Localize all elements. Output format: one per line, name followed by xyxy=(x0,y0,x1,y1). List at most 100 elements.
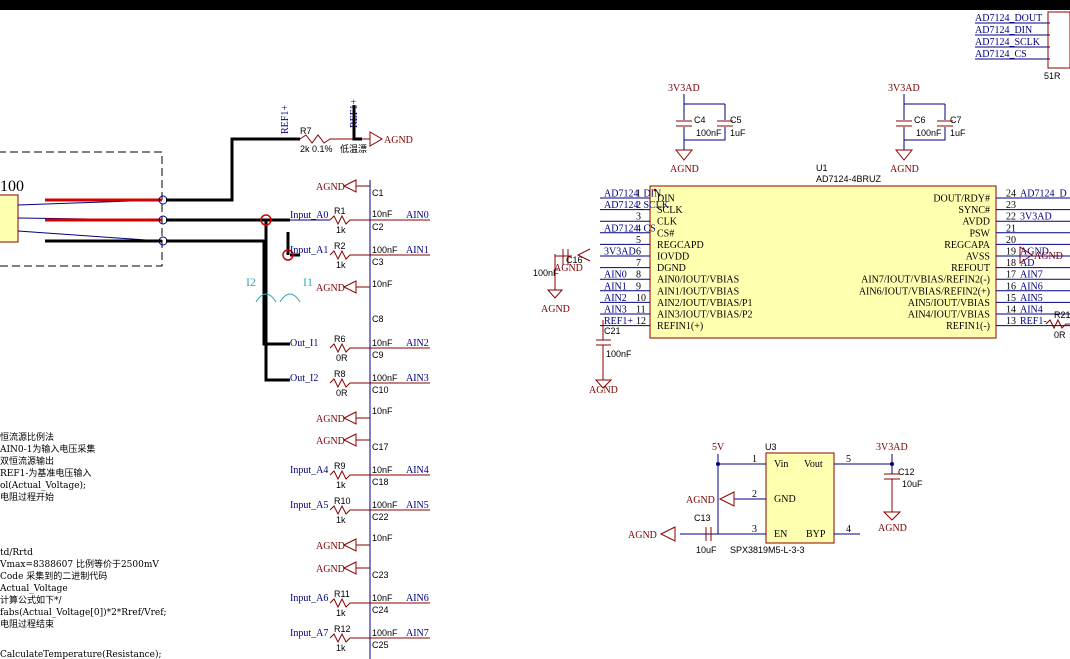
current-label-i1: I1 xyxy=(303,275,313,289)
u3-part: SPX3819M5-L-3-3 xyxy=(730,545,805,555)
net-out-i2: Out_I2 xyxy=(290,373,318,384)
agnd-text-3: AGND xyxy=(316,414,345,425)
c5-value: 1uF xyxy=(730,128,746,138)
r2-value: 1k xyxy=(336,260,346,270)
agnd-c12-label: AGND xyxy=(878,523,907,534)
agnd-u3-gnd xyxy=(718,491,735,507)
u3-ldo: U3 Vin GND EN Vout BYP 1 2 3 5 4 SPX3819… xyxy=(628,442,923,555)
net-input-a5: Input_A5 xyxy=(290,500,328,511)
agnd-c16-label: AGND xyxy=(541,304,570,315)
u1-right-pin-num: 15 xyxy=(1006,293,1016,304)
u1-left-pin-name: CLK xyxy=(657,217,678,228)
u3-pinnum-1: 1 xyxy=(752,454,757,465)
u3-pin-byp: BYP xyxy=(806,529,826,540)
r2-designator: R2 xyxy=(334,241,346,251)
net-input-a6: Input_A6 xyxy=(290,593,328,604)
ain0-label: AIN0 xyxy=(406,210,429,221)
u1-right-pin-net: 3V3AD xyxy=(1020,212,1052,223)
agnd-text-5: AGND xyxy=(316,541,345,552)
c3-designator: C3 xyxy=(372,257,384,267)
u1-adc: U1 AD7124-4BRUZ 1 DINAD7124_DIN2 SCLKAD712… xyxy=(533,163,1070,396)
u1-right-pin-num: 14 xyxy=(1006,305,1016,316)
u1-left-pin-net: AIN1 xyxy=(604,281,627,292)
u1-right-pin-num: 13 xyxy=(1006,316,1016,327)
agnd-text-6: AGND xyxy=(316,564,345,575)
u1-left-pin-name: AIN3/IOUT/VBIAS/P2 xyxy=(657,310,753,321)
u1-right-pin-net: AIN4 xyxy=(1020,305,1043,316)
u1-left-pin-num: 10 xyxy=(636,293,646,304)
c17-designator: C17 xyxy=(372,442,389,452)
c4-value: 100nF xyxy=(696,128,722,138)
net-input-a1: Input_A1 xyxy=(290,245,328,256)
note-line-5: 电阻过程开始 xyxy=(0,491,54,503)
c9-designator: C9 xyxy=(372,350,384,360)
c1-value: 10nF xyxy=(372,209,393,219)
agnd-sym-5 xyxy=(342,538,370,552)
c-a7-value: 100nF xyxy=(372,628,398,638)
u1-right-pin-net: REF1- xyxy=(1020,316,1047,327)
r7-note: 低温漂 xyxy=(340,143,367,154)
resistor-pack-value: 51R xyxy=(1044,71,1061,81)
digital-net-1: AD7124_DIN xyxy=(975,25,1032,36)
ref-net-label-1: REF1+ xyxy=(280,105,291,134)
u3-pinnum-3: 3 xyxy=(752,524,757,535)
c10-designator: C10 xyxy=(372,385,389,395)
u1-left-pin-net: AD7124_DIN xyxy=(604,189,661,200)
u1-right-pin-name: AVSS xyxy=(966,252,990,263)
ain1-label: AIN1 xyxy=(406,245,429,256)
resistor-pack xyxy=(1047,11,1070,69)
u1-right-pin-name: AVDD xyxy=(962,217,990,228)
c13-value: 10uF xyxy=(696,545,717,555)
row-input-a5: Input_A5 R10 1k 100nF C22 10nF AIN5 xyxy=(290,496,430,543)
note-line-3: REF1-为基准电压输入 xyxy=(0,467,91,479)
note-line-10: Code 采集到的二进制代码 xyxy=(0,570,107,582)
u1-left-pin-num: 6 xyxy=(636,247,641,258)
u1-right-pin-net: AD7124_D xyxy=(1020,189,1067,200)
u1-right-pin-num: 22 xyxy=(1006,212,1016,223)
c-a1b-value: 10nF xyxy=(372,279,393,289)
c23-designator: C23 xyxy=(372,570,389,580)
connector-block: 100 xyxy=(0,151,168,267)
note-line-17: CalculateTemperature(Resistance); xyxy=(0,649,162,659)
u3-pin-en: EN xyxy=(774,529,787,540)
c-a4-value: 10nF xyxy=(372,465,393,475)
r12-value: 1k xyxy=(336,643,346,653)
r21-designator: R21 xyxy=(1054,310,1070,320)
c-a6-value: 10nF xyxy=(372,593,393,603)
u1-right-pin-num: 21 xyxy=(1006,223,1016,234)
u1-left-pin-name: AIN2/IOUT/VBIAS/P1 xyxy=(657,298,753,309)
u1-left-pin-net: AIN0 xyxy=(604,270,627,281)
u3-vin-label: 5V xyxy=(712,442,725,453)
agnd-c6-label: AGND xyxy=(890,164,919,175)
r9-value: 1k xyxy=(336,480,346,490)
u1-right-pin-net: AIN5 xyxy=(1020,293,1043,304)
note-line-0: 恒流源比例法 xyxy=(0,431,54,443)
ain3-label: AIN3 xyxy=(406,373,429,384)
r8-designator: R8 xyxy=(334,369,346,379)
vcc-c4-label: 3V3AD xyxy=(668,83,700,94)
u3-junction-vout xyxy=(890,462,894,466)
trace-i1 xyxy=(166,239,290,346)
c12-designator: C12 xyxy=(898,467,915,477)
trace-i2 xyxy=(264,220,290,382)
u1-left-pin-num: 3 xyxy=(636,212,641,223)
r21-value: 0R xyxy=(1054,330,1066,340)
connector-label: 100 xyxy=(0,178,24,195)
u1-right-pin-name: PSW xyxy=(969,228,990,239)
agnd-c4 xyxy=(674,149,694,161)
note-line-1: AIN0-1为输入电压采集 xyxy=(0,443,95,455)
u1-right-pin-num: 23 xyxy=(1006,200,1016,211)
u1-right-pin-net: AIN7 xyxy=(1020,270,1043,281)
c5-designator: C5 xyxy=(730,115,742,125)
note-line-9: Vmax=8388607 比例等价于2500mV xyxy=(0,558,159,570)
u1-left-pin-name: AIN1/IOUT/VBIAS xyxy=(657,286,739,297)
agnd-text-1: AGND xyxy=(316,182,345,193)
u1-left-pin-num: 8 xyxy=(636,270,641,281)
u1-right-pin-name: SYNC# xyxy=(958,205,990,216)
u1-left-pin-net: AD7124_SCLK xyxy=(604,200,670,211)
u1-left-pin-num: 11 xyxy=(636,305,646,316)
c21-value: 100nF xyxy=(606,349,632,359)
ref-resistor-group: REF1+ REF1+ R7 2k 0.1% 低温漂 AGND xyxy=(280,99,413,154)
u3-pin-vout: Vout xyxy=(804,459,823,470)
u1-right-pin-num: 19 xyxy=(1006,247,1016,258)
